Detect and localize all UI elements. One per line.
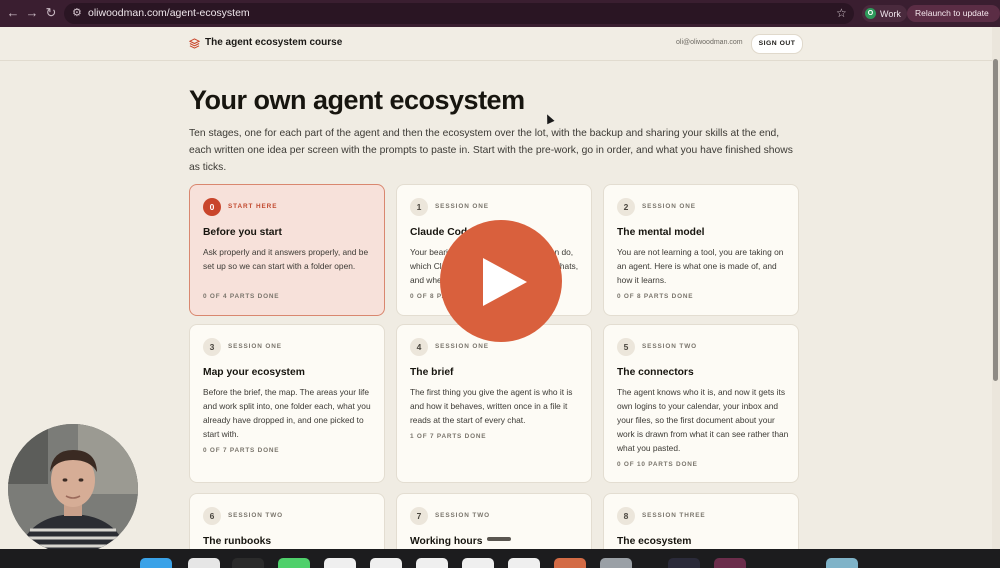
card-title: The mental model: [617, 227, 705, 238]
course-card-map-your-ecosystem[interactable]: 3 SESSION ONE Map your ecosystem Before …: [189, 324, 385, 483]
dock-app-icon[interactable]: [508, 558, 540, 568]
scroll-thumb[interactable]: [993, 59, 998, 381]
sign-out-button[interactable]: SIGN OUT: [751, 34, 803, 54]
layers-logo-icon: [189, 38, 200, 49]
card-description: The first thing you give the agent is wh…: [410, 387, 573, 425]
course-card-the-connectors[interactable]: 5 SESSION TWO The connectors The agent k…: [603, 324, 799, 483]
address-bar[interactable]: ⚙ oliwoodman.com/agent-ecosystem: [64, 3, 854, 24]
profile-label: Work: [880, 8, 901, 19]
site-title[interactable]: The agent ecosystem course: [205, 37, 342, 48]
progress-label: 0 OF 8 PARTS DONE: [617, 293, 694, 300]
course-card-before-you-start[interactable]: 0 START HERE Before you start Ask proper…: [189, 184, 385, 316]
stage-number: 6: [203, 507, 221, 525]
dock-app-icon[interactable]: [278, 558, 310, 568]
account-email: oli@oliwoodman.com: [676, 39, 743, 46]
card-description: You are not learning a tool, you are tak…: [617, 247, 784, 285]
course-card-the-runbooks[interactable]: 6 SESSION TWO The runbooks: [189, 493, 385, 549]
card-title: Map your ecosystem: [203, 367, 305, 378]
stage-number: 7: [410, 507, 428, 525]
card-description: Before the brief, the map. The areas you…: [203, 387, 371, 439]
dock-app-icon[interactable]: [188, 558, 220, 568]
session-label: SESSION THREE: [642, 512, 706, 519]
dock-app-icon[interactable]: [140, 558, 172, 568]
progress-label: 0 OF 4 PARTS DONE: [203, 293, 280, 300]
browser-toolbar: ← → ↻ ⚙ oliwoodman.com/agent-ecosystem ☆…: [0, 0, 1000, 35]
video-scrub-handle[interactable]: [487, 537, 511, 541]
stage-number: 1: [410, 198, 428, 216]
course-card-the-brief[interactable]: 4 SESSION ONE The brief The first thing …: [396, 324, 592, 483]
card-title: The runbooks: [203, 536, 272, 547]
dock-app-icon[interactable]: [554, 558, 586, 568]
stage-number: 8: [617, 507, 635, 525]
dock-app-icon[interactable]: [714, 558, 746, 568]
course-card-mental-model[interactable]: 2 SESSION ONE The mental model You are n…: [603, 184, 799, 316]
profile-avatar: O: [865, 8, 876, 19]
forward-arrow-icon[interactable]: →: [24, 5, 40, 21]
url-text: oliwoodman.com/agent-ecosystem: [88, 7, 250, 19]
site-settings-icon[interactable]: ⚙: [72, 7, 82, 20]
play-triangle-icon: [483, 258, 527, 306]
webcam-overlay: [8, 424, 138, 554]
relaunch-button[interactable]: Relaunch to update ⋮: [907, 5, 1000, 35]
progress-label: 0 OF 10 PARTS DONE: [617, 461, 698, 468]
dock-app-icon[interactable]: [324, 558, 356, 568]
dock-app-icon[interactable]: [826, 558, 858, 568]
stage-number: 4: [410, 338, 428, 356]
page-description: Ten stages, one for each part of the age…: [189, 128, 793, 173]
stage-number: 2: [617, 198, 635, 216]
session-label: START HERE: [228, 203, 278, 210]
session-label: SESSION ONE: [642, 203, 696, 210]
dock-app-icon[interactable]: [668, 558, 700, 568]
card-title: The ecosystem: [617, 536, 692, 547]
dock-app-icon[interactable]: [370, 558, 402, 568]
dock-app-icon[interactable]: [462, 558, 494, 568]
card-description: The agent knows who it is, and now it ge…: [617, 387, 789, 453]
page-scrollbar[interactable]: [992, 27, 1000, 549]
site-header: The agent ecosystem course oli@oliwoodma…: [0, 27, 992, 61]
card-description: Ask properly and it answers properly, an…: [203, 247, 369, 271]
reload-icon[interactable]: ↻: [43, 5, 59, 21]
relaunch-label: Relaunch to update: [915, 8, 989, 18]
stage-number: 5: [617, 338, 635, 356]
dock-app-icon[interactable]: [600, 558, 632, 568]
session-label: SESSION TWO: [435, 512, 490, 519]
course-card-the-ecosystem[interactable]: 8 SESSION THREE The ecosystem: [603, 493, 799, 549]
card-title: The brief: [410, 367, 454, 378]
page-title: Your own agent ecosystem: [189, 85, 525, 115]
back-arrow-icon[interactable]: ←: [5, 5, 21, 21]
presenter-video-icon: [8, 424, 138, 554]
dock-app-icon[interactable]: [416, 558, 448, 568]
stage-number: 0: [203, 198, 221, 216]
card-title: Working hours: [410, 536, 483, 547]
session-label: SESSION TWO: [228, 512, 283, 519]
progress-label: 0 OF 7 PARTS DONE: [203, 447, 280, 454]
stage-number: 3: [203, 338, 221, 356]
bookmark-star-icon[interactable]: ☆: [836, 6, 847, 20]
card-title: The connectors: [617, 367, 694, 378]
session-label: SESSION ONE: [435, 203, 489, 210]
session-label: SESSION ONE: [435, 343, 489, 350]
session-label: SESSION ONE: [228, 343, 282, 350]
dock-app-icon[interactable]: [232, 558, 264, 568]
card-title: Before you start: [203, 227, 282, 238]
profile-chip[interactable]: O Work: [862, 5, 907, 22]
session-label: SESSION TWO: [642, 343, 697, 350]
progress-label: 1 OF 7 PARTS DONE: [410, 433, 487, 440]
